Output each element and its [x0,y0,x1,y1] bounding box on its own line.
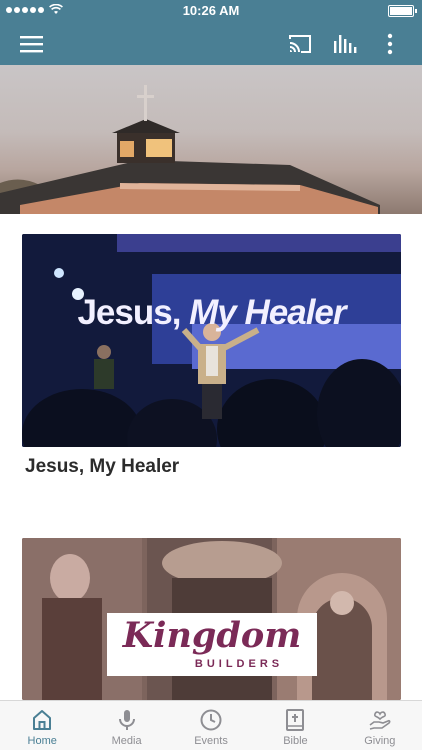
logo-script-text: Kingdom [122,615,302,656]
status-bar: 10:26 AM [0,0,422,22]
clock-icon [200,709,222,731]
tab-bible[interactable]: Bible [253,701,337,750]
church-hero-image [0,65,422,214]
app-bar [0,22,422,65]
app-screen: 10:26 AM Jesus, My Healer Jesus, My Heal… [0,0,422,750]
tab-media[interactable]: Media [84,701,168,750]
sermon-banner-title: Jesus, My Healer [22,293,401,333]
audio-levels-icon[interactable] [331,30,359,58]
banner-title-main: Jesus, [77,293,181,332]
tab-giving[interactable]: Giving [338,701,422,750]
cast-icon[interactable] [286,30,314,58]
tab-events-label: Events [194,735,228,747]
battery-icon [388,5,417,17]
sermon-card-image[interactable]: Jesus, My Healer [22,234,401,447]
tab-events[interactable]: Events [169,701,253,750]
home-icon [33,710,52,730]
tab-media-label: Media [111,735,142,747]
microphone-icon [118,710,135,730]
hamburger-menu-icon[interactable] [18,30,46,58]
bottom-tab-bar: Home Media Events Bible Giving [0,700,422,750]
kingdom-builders-card-image[interactable]: Kingdom BUILDERS [22,538,401,700]
banner-title-italic: My Healer [189,293,346,332]
giving-hand-icon [369,711,391,730]
logo-sub-text: BUILDERS [194,658,284,670]
vertical-dots-icon[interactable] [376,30,404,58]
tab-bible-label: Bible [283,735,308,747]
tab-home-label: Home [27,735,57,747]
kingdom-builders-logo: Kingdom BUILDERS [107,613,317,676]
tab-home[interactable]: Home [0,701,84,750]
bible-icon [286,709,305,731]
status-time: 10:26 AM [182,3,240,18]
tab-giving-label: Giving [364,735,396,747]
sermon-card-title[interactable]: Jesus, My Healer [25,456,179,478]
